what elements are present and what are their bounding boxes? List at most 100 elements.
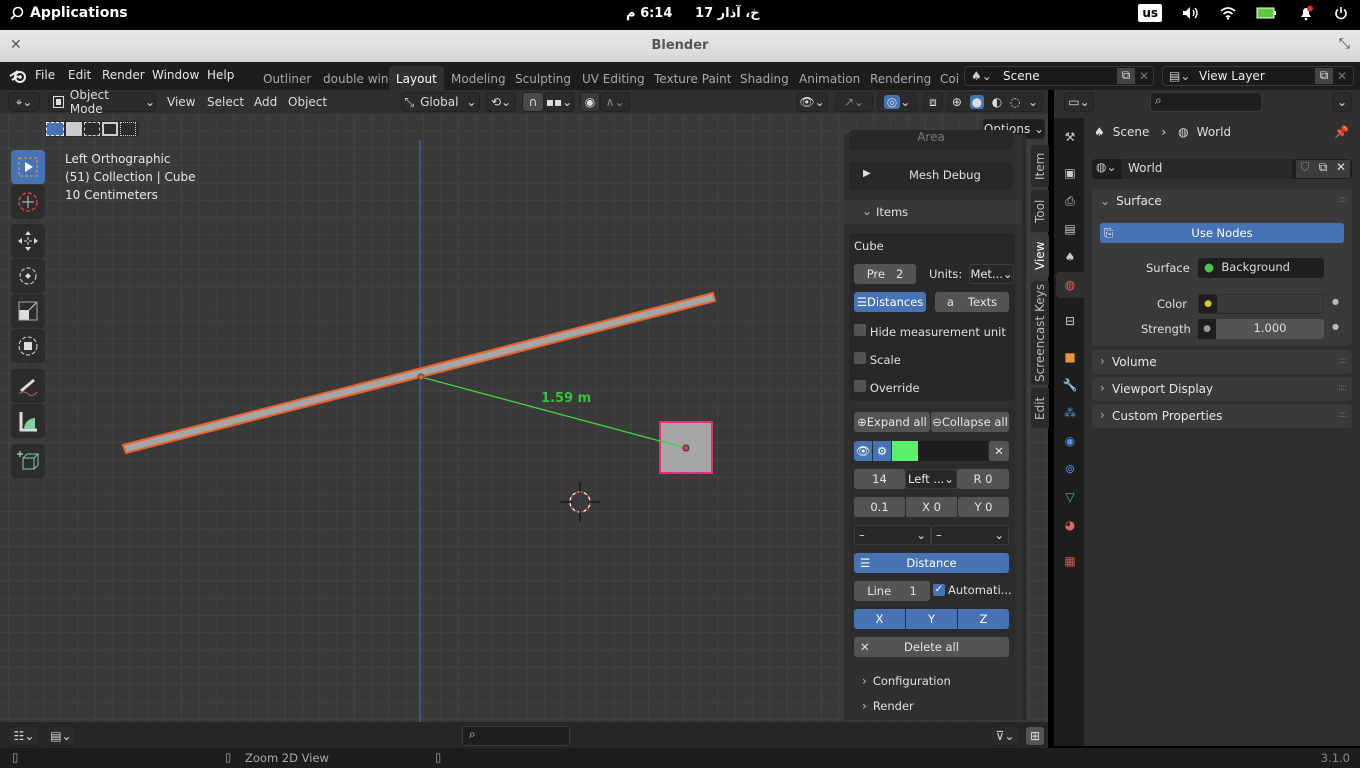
surface-shader-field[interactable]: ● Background [1198, 258, 1324, 278]
collapse-all-button[interactable]: ⊖ Collapse all [931, 412, 1009, 432]
world-browse-button[interactable]: ◍⌄ [1096, 160, 1117, 174]
solid-shading-button[interactable]: ● [969, 95, 985, 109]
tab-shading[interactable]: Shading [740, 72, 789, 86]
line-width-field[interactable]: 0.1 [854, 497, 905, 517]
tab-edit[interactable]: Edit [1031, 388, 1049, 428]
sidebar-scrollbar[interactable] [1022, 134, 1026, 720]
scene-name-field[interactable]: Scene [1003, 69, 1040, 83]
material-properties-tab-icon[interactable]: ◕ [1061, 516, 1079, 534]
3d-cursor-icon[interactable] [560, 482, 600, 522]
offset-y-field[interactable]: Y 0 [958, 497, 1009, 517]
view-layer-name-field[interactable]: View Layer [1199, 69, 1265, 83]
menu-file[interactable]: File [35, 68, 55, 82]
pivot-point-dropdown[interactable]: ⟲⌄ [486, 92, 516, 112]
visibility-dropdown[interactable]: 👁⌄ [796, 92, 828, 112]
physics-properties-tab-icon[interactable]: ◉ [1061, 432, 1079, 450]
transform-orientation-dropdown[interactable]: ⤡ Global ⌄ [401, 92, 480, 112]
menu-window[interactable]: Window [152, 68, 199, 82]
panel-grip-icon[interactable]: :::: [1338, 410, 1347, 420]
axis-y-toggle[interactable]: Y [906, 609, 957, 629]
color-swatch[interactable] [892, 441, 918, 461]
strength-field[interactable]: ● 1.000 [1198, 319, 1324, 339]
line-field[interactable]: Line 1 [854, 581, 930, 601]
world-properties-tab-icon[interactable]: ◍ [1061, 276, 1079, 294]
properties-search-input[interactable]: ⌕ [1150, 92, 1262, 112]
keyboard-layout[interactable]: us [1138, 4, 1162, 22]
rendered-shading-button[interactable]: ◌ [1010, 95, 1020, 109]
rotation-field[interactable]: R 0 [957, 469, 1009, 489]
new-view-layer-button[interactable]: ⧉ [1315, 68, 1333, 84]
panel-grip-icon[interactable]: :::: [1338, 195, 1347, 205]
color-field[interactable]: ● [1198, 294, 1324, 314]
tab-outliner[interactable]: Outliner [263, 72, 311, 86]
filter-dropdown[interactable]: ⊽⌄ [990, 726, 1020, 746]
timeline-display-mode-button[interactable]: ▤⌄ [46, 726, 76, 746]
distances-toggle[interactable]: ☰ Distances [854, 292, 926, 312]
world-name-field[interactable]: World [1122, 159, 1292, 179]
blender-logo-icon[interactable] [9, 69, 27, 83]
distance-type-button[interactable]: ☰ Distance [854, 553, 1009, 573]
falloff-dropdown[interactable]: ∧⌄ [600, 92, 630, 112]
items-panel-header[interactable]: ⌄ Items [844, 200, 1022, 224]
tab-uv-editing[interactable]: UV Editing [582, 72, 645, 86]
properties-options-dropdown[interactable]: ⌄ [1332, 92, 1352, 112]
select-menu[interactable]: Select [207, 95, 244, 109]
view-layer-properties-tab-icon[interactable]: ▤ [1061, 220, 1079, 238]
new-scene-button[interactable]: ⧉ [1117, 68, 1135, 84]
material-shading-button[interactable]: ◐ [992, 95, 1002, 109]
automatic-checkbox[interactable]: ✓ Automati... [933, 583, 1012, 597]
mode-selector[interactable]: Object Mode ⌄ [48, 88, 156, 116]
volume-panel-header[interactable]: › Volume :::: [1092, 350, 1352, 374]
remove-item-button[interactable]: ✕ [989, 441, 1009, 461]
view-menu[interactable]: View [167, 95, 195, 109]
gizmo-dropdown[interactable]: ↗⌄ [835, 92, 873, 112]
modifier-properties-tab-icon[interactable]: 🔧 [1061, 376, 1079, 394]
tab-view[interactable]: View [1031, 235, 1049, 277]
align-dropdown[interactable]: Left ... ⌄ [905, 469, 957, 489]
fake-user-button[interactable]: ⛉ [1296, 160, 1314, 178]
applications-menu[interactable]: Applications [10, 5, 128, 21]
pin-icon[interactable]: 📌 [1334, 125, 1349, 139]
overlays-dropdown[interactable]: ◎ ⌄ [877, 92, 917, 112]
new-world-button[interactable]: ⧉ [1314, 160, 1332, 178]
wireframe-shading-button[interactable]: ⊕ [952, 95, 962, 109]
tab-animation[interactable]: Animation [799, 72, 860, 86]
clock[interactable]: خ، آذار 17 6:14 م [626, 6, 760, 21]
tab-screencast-keys[interactable]: Screencast Keys [1031, 281, 1049, 385]
offset-x-field[interactable]: X 0 [906, 497, 957, 517]
unmaximize-button[interactable]: ⤡ [1339, 36, 1350, 52]
notification-bell-icon[interactable] [1298, 5, 1314, 21]
axis-z-toggle[interactable]: Z [958, 609, 1009, 629]
item-name-field[interactable] [918, 441, 988, 461]
wifi-icon[interactable] [1220, 6, 1236, 20]
strength-keyframe-dot[interactable]: ● [1332, 322, 1339, 331]
tab-texture-paint[interactable]: Texture Paint [654, 72, 731, 86]
axis-x-toggle[interactable]: X [854, 609, 905, 629]
font-size-field[interactable]: 14 [854, 469, 905, 489]
tab-item[interactable]: Item [1031, 145, 1049, 187]
expand-all-button[interactable]: ⊕ Expand all [854, 412, 930, 432]
shading-options-dropdown[interactable]: ⌄ [1028, 95, 1038, 109]
snap-target-dropdown[interactable]: ▪▪⌄ [544, 92, 574, 112]
viewport-display-panel-header[interactable]: › Viewport Display :::: [1092, 377, 1352, 401]
render-properties-tab-icon[interactable]: ▣ [1061, 164, 1079, 182]
measure-start-point[interactable] [417, 373, 425, 381]
selected-plane-object[interactable] [121, 291, 717, 455]
delete-scene-button[interactable]: ✕ [1139, 69, 1149, 83]
panel-grip-icon[interactable]: :::: [1338, 356, 1347, 366]
configuration-panel-header[interactable]: › Configuration [862, 674, 951, 688]
tab-tool[interactable]: Tool [1031, 190, 1049, 232]
add-menu[interactable]: Add [254, 95, 277, 109]
menu-edit[interactable]: Edit [68, 68, 91, 82]
timeline-search-input[interactable]: ⌕ [462, 726, 570, 746]
snap-toggle[interactable]: ∩ [522, 92, 544, 112]
new-collection-button[interactable]: ⊞ [1025, 726, 1045, 746]
scale-checkbox[interactable]: Scale [854, 352, 901, 367]
tab-double-win[interactable]: double win [323, 72, 388, 86]
texts-toggle[interactable]: a Texts [935, 292, 1009, 312]
collection-properties-tab-icon[interactable]: ⊟ [1061, 312, 1079, 330]
unlink-world-button[interactable]: ✕ [1332, 160, 1350, 178]
tab-sculpting[interactable]: Sculpting [515, 72, 571, 86]
object-menu[interactable]: Object [288, 95, 327, 109]
tab-compositing[interactable]: Coi [940, 72, 959, 86]
